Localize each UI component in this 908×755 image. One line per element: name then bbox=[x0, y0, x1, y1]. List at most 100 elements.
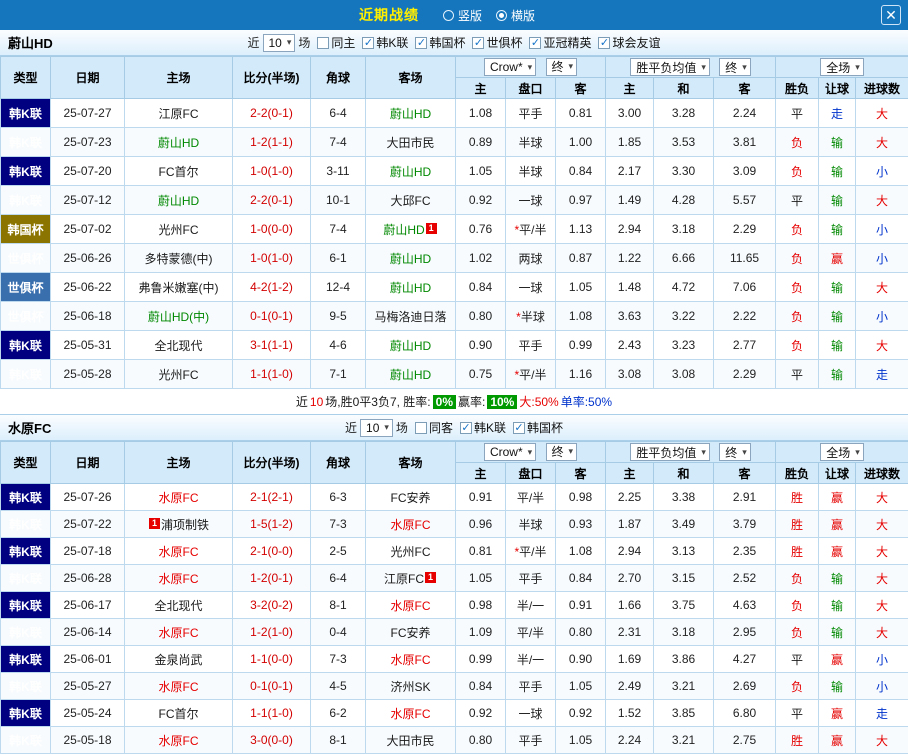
team-name: 大田市民 bbox=[386, 734, 434, 748]
home-team-cell: 金泉尚武 bbox=[125, 646, 233, 673]
result-goals: 大 bbox=[856, 331, 908, 360]
match-row: 世俱杯25-06-18蔚山HD(中)0-1(0-1)9-5马梅洛迪日落0.80*… bbox=[1, 302, 908, 331]
home-team-cell: 全北现代 bbox=[125, 592, 233, 619]
scope-select[interactable]: 全场 bbox=[820, 443, 864, 461]
avg-away: 7.06 bbox=[714, 273, 776, 302]
team-name: 全北现代 bbox=[154, 339, 202, 353]
avg-draw: 3.85 bbox=[654, 700, 714, 727]
avg-type-select[interactable]: 胜平负均值 bbox=[630, 58, 710, 76]
away-team-cell: 马梅洛迪日落 bbox=[366, 302, 456, 331]
odds-handicap: 两球 bbox=[506, 244, 556, 273]
team-name: 蔚山HD bbox=[383, 223, 424, 237]
odds-home: 0.91 bbox=[456, 484, 506, 511]
col-goals: 进球数 bbox=[856, 463, 908, 484]
corner-score: 7-4 bbox=[311, 128, 366, 157]
filter-checkbox[interactable]: ✓球会友谊 bbox=[598, 34, 660, 51]
result-goals: 大 bbox=[856, 484, 908, 511]
odds-away: 0.92 bbox=[556, 700, 606, 727]
odds-handicap: 半/一 bbox=[506, 592, 556, 619]
avg-draw: 4.28 bbox=[654, 186, 714, 215]
away-team-cell: 蔚山HD bbox=[366, 273, 456, 302]
match-date: 25-06-22 bbox=[51, 273, 125, 302]
red-card-badge: 1 bbox=[426, 223, 437, 234]
team-name: 蔚山HD bbox=[390, 165, 431, 179]
odds-away: 1.05 bbox=[556, 273, 606, 302]
result-handicap: 输 bbox=[819, 592, 856, 619]
league-badge: 韩K联 bbox=[1, 700, 51, 727]
result-wdl: 平 bbox=[776, 99, 819, 128]
odds-stage-select[interactable]: 终 bbox=[546, 58, 578, 76]
filter-checkbox[interactable]: ✓韩K联 bbox=[460, 419, 506, 436]
layout-horizontal-label: 横版 bbox=[511, 7, 535, 24]
filter-checkbox[interactable]: 同客 bbox=[415, 419, 453, 436]
filter-checkbox[interactable]: ✓世俱杯 bbox=[472, 34, 522, 51]
odds-company-select[interactable]: Crow* bbox=[484, 443, 536, 461]
match-row: 韩K联25-07-18水原FC2-1(0-0)2-5光州FC0.81*平/半1.… bbox=[1, 538, 908, 565]
layout-vertical-option[interactable]: 竖版 bbox=[443, 7, 482, 24]
checkbox-checked-icon: ✓ bbox=[529, 37, 541, 49]
period-select[interactable]: 10 bbox=[360, 419, 393, 437]
corner-score: 6-3 bbox=[311, 484, 366, 511]
odds-home: 0.96 bbox=[456, 511, 506, 538]
away-team-cell: 水原FC bbox=[366, 592, 456, 619]
filter-checkbox[interactable]: ✓亚冠精英 bbox=[529, 34, 591, 51]
result-wdl: 负 bbox=[776, 302, 819, 331]
result-wdl: 胜 bbox=[776, 484, 819, 511]
team-name: FC首尔 bbox=[159, 165, 199, 179]
away-team-cell: 水原FC bbox=[366, 511, 456, 538]
corner-score: 6-1 bbox=[311, 244, 366, 273]
team-name: 水原FC bbox=[159, 545, 199, 559]
odds-away: 0.98 bbox=[556, 484, 606, 511]
red-card-badge: 1 bbox=[149, 518, 160, 529]
odds-stage-select[interactable]: 终 bbox=[546, 443, 578, 461]
avg-home: 1.69 bbox=[606, 646, 654, 673]
odds-company-select[interactable]: Crow* bbox=[484, 58, 536, 76]
col-avg-home: 主 bbox=[606, 78, 654, 99]
filter-checkbox[interactable]: ✓韩国杯 bbox=[415, 34, 465, 51]
avg-home: 2.24 bbox=[606, 727, 654, 754]
odds-home: 0.99 bbox=[456, 646, 506, 673]
league-badge: 世俱杯 bbox=[1, 302, 51, 331]
league-badge: 韩K联 bbox=[1, 565, 51, 592]
result-goals: 小 bbox=[856, 646, 908, 673]
avg-group-header: 胜平负均值 终 bbox=[606, 57, 776, 78]
team-name: 蔚山HD(中) bbox=[148, 310, 209, 324]
period-select[interactable]: 10 bbox=[263, 34, 296, 52]
scope-select[interactable]: 全场 bbox=[820, 58, 864, 76]
avg-away: 2.69 bbox=[714, 673, 776, 700]
close-icon[interactable]: ✕ bbox=[881, 5, 901, 25]
checkbox-checked-icon: ✓ bbox=[362, 37, 374, 49]
league-badge: 韩K联 bbox=[1, 511, 51, 538]
avg-stage-select[interactable]: 终 bbox=[719, 443, 751, 461]
avg-stage-select[interactable]: 终 bbox=[719, 58, 751, 76]
filter-checkbox[interactable]: ✓韩国杯 bbox=[513, 419, 563, 436]
filter-checkbox[interactable]: ✓韩K联 bbox=[362, 34, 408, 51]
team-name: FC安养 bbox=[391, 626, 431, 640]
near-label: 近 bbox=[247, 34, 259, 51]
odds-handicap: 一球 bbox=[506, 186, 556, 215]
match-row: 韩K联25-07-26水原FC2-1(2-1)6-3FC安养0.91平/半0.9… bbox=[1, 484, 908, 511]
radio-selected-icon bbox=[496, 10, 507, 21]
match-row: 韩K联25-05-31全北现代3-1(1-1)4-6蔚山HD0.90平手0.99… bbox=[1, 331, 908, 360]
summary-text: 10 bbox=[310, 395, 323, 409]
col-result: 胜负 bbox=[776, 463, 819, 484]
result-goals: 大 bbox=[856, 592, 908, 619]
filter-checkbox[interactable]: 同主 bbox=[317, 34, 355, 51]
layout-horizontal-option[interactable]: 横版 bbox=[496, 7, 535, 24]
odds-handicap: *平/半 bbox=[506, 538, 556, 565]
match-date: 25-06-26 bbox=[51, 244, 125, 273]
odds-away: 0.84 bbox=[556, 565, 606, 592]
corner-score: 0-4 bbox=[311, 619, 366, 646]
team-name: 江原FC bbox=[384, 572, 424, 586]
team-name: 蔚山HD bbox=[390, 368, 431, 382]
avg-away: 2.35 bbox=[714, 538, 776, 565]
avg-type-select[interactable]: 胜平负均值 bbox=[630, 443, 710, 461]
match-score: 2-2(0-1) bbox=[233, 99, 311, 128]
result-goals: 大 bbox=[856, 727, 908, 754]
result-handicap: 输 bbox=[819, 215, 856, 244]
odds-group-header: Crow* 终 bbox=[456, 57, 606, 78]
rate-badge: 0% bbox=[433, 395, 456, 409]
col-corner: 角球 bbox=[311, 442, 366, 484]
result-handicap: 赢 bbox=[819, 511, 856, 538]
result-wdl: 平 bbox=[776, 186, 819, 215]
